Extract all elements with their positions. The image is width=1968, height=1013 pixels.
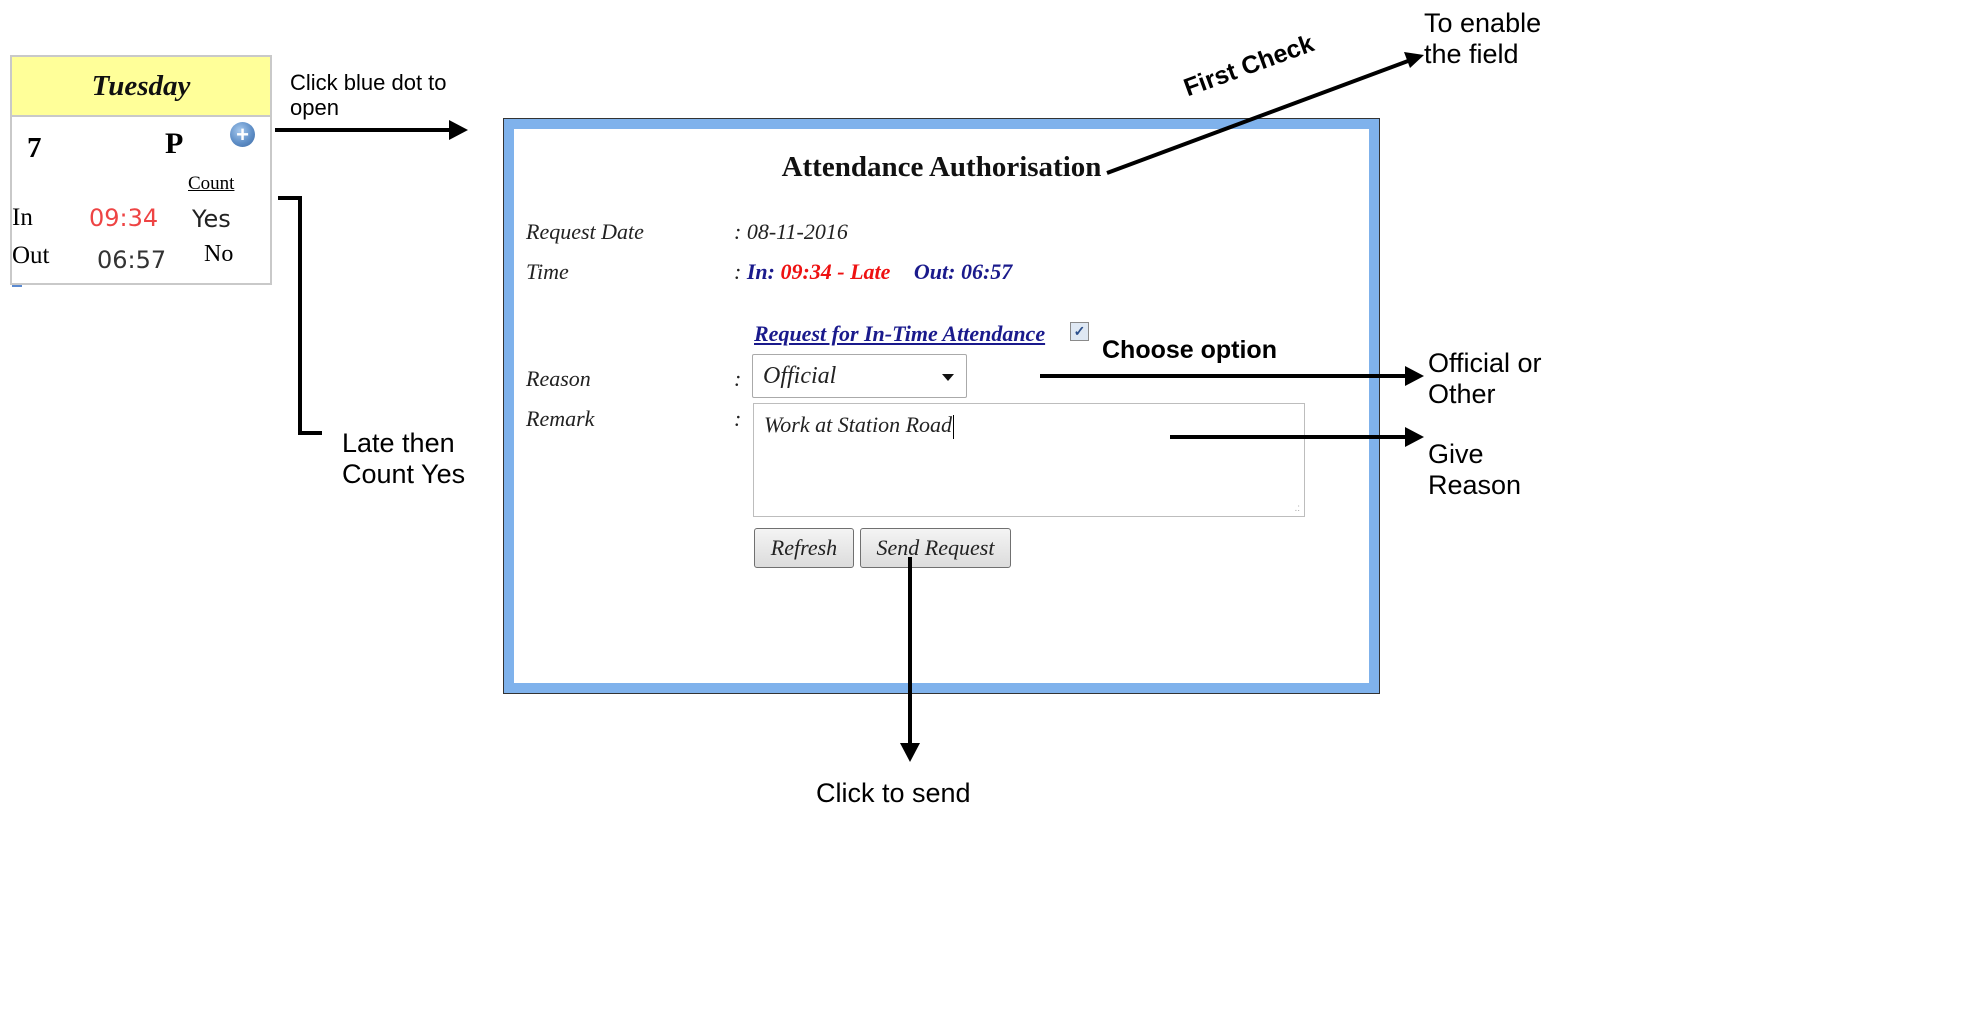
click-send-note: Click to send [816, 778, 971, 808]
choose-option-note: Choose option [1102, 336, 1277, 364]
official-other-note: Official or Other [1428, 348, 1542, 409]
enable-field-note: To enable the field [1424, 8, 1542, 69]
give-reason-note: Give Reason [1428, 439, 1522, 500]
bracket-connector [278, 196, 322, 435]
click-blue-dot-note: Click blue dot to open [290, 70, 447, 120]
annotation-arrows [275, 52, 1424, 762]
late-count-note: Late then Count Yes [342, 428, 466, 489]
